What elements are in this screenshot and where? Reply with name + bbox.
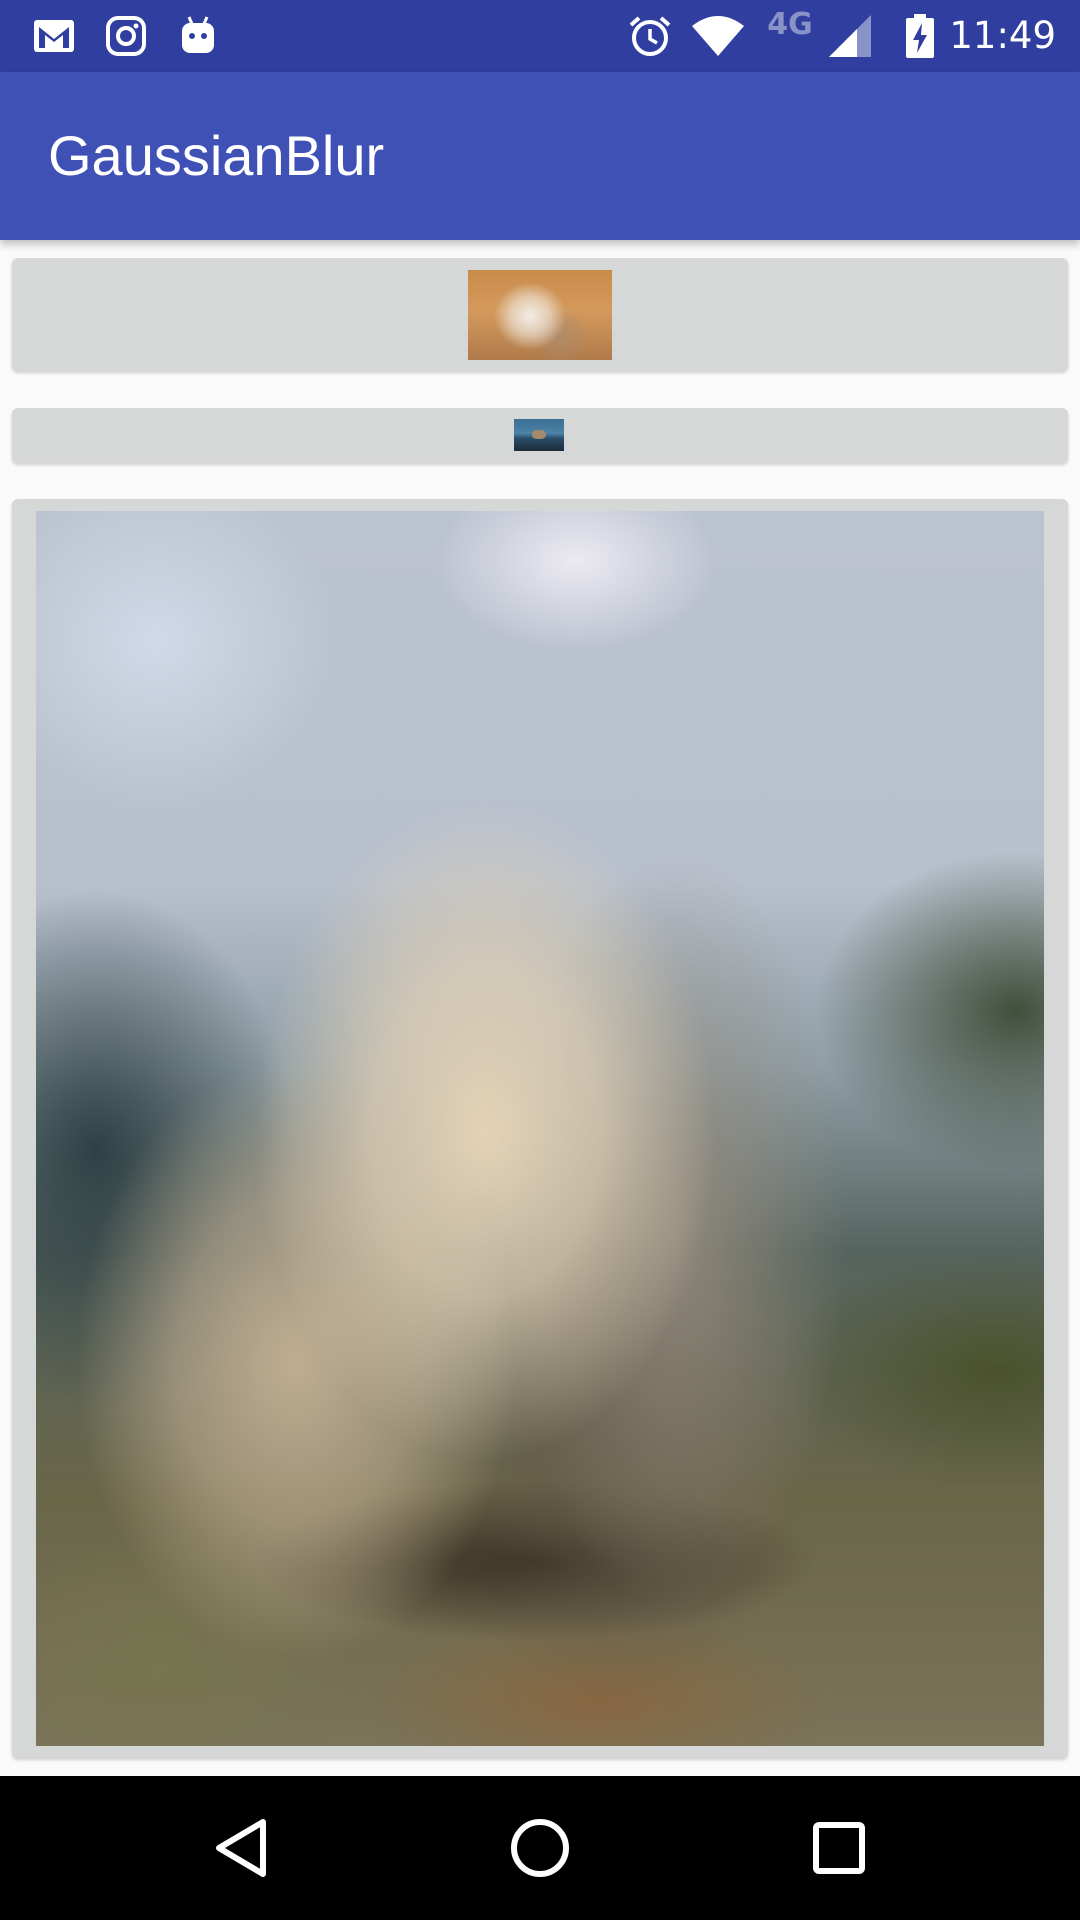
home-button[interactable] xyxy=(492,1800,588,1896)
app-bar: GaussianBlur xyxy=(0,72,1080,240)
image-button-original-tiny[interactable] xyxy=(12,408,1068,463)
status-bar: 4G 11:49 xyxy=(0,0,1080,72)
app-title: GaussianBlur xyxy=(48,124,385,187)
status-time: 11:49 xyxy=(949,14,1056,57)
dog-figure xyxy=(532,430,546,439)
android-icon xyxy=(174,12,222,60)
signal-icon xyxy=(826,12,874,60)
blurred-thumbnail-image xyxy=(468,270,612,360)
wifi-icon xyxy=(690,12,746,60)
image-button-blurred-large[interactable] xyxy=(12,499,1068,1758)
navigation-bar xyxy=(0,1776,1080,1920)
recents-icon xyxy=(813,1822,865,1874)
instagram-icon xyxy=(102,12,150,60)
alarm-icon xyxy=(626,12,674,60)
image-button-blurred-small[interactable] xyxy=(12,258,1068,371)
network-type-label: 4G xyxy=(767,6,813,42)
blurred-large-image xyxy=(36,511,1044,1746)
back-icon xyxy=(216,1819,266,1877)
recents-button[interactable] xyxy=(791,1800,887,1896)
home-icon xyxy=(511,1819,569,1877)
original-thumbnail-image xyxy=(514,419,564,451)
back-button[interactable] xyxy=(193,1800,289,1896)
battery-charging-icon xyxy=(900,12,940,60)
gmail-icon xyxy=(30,12,78,60)
